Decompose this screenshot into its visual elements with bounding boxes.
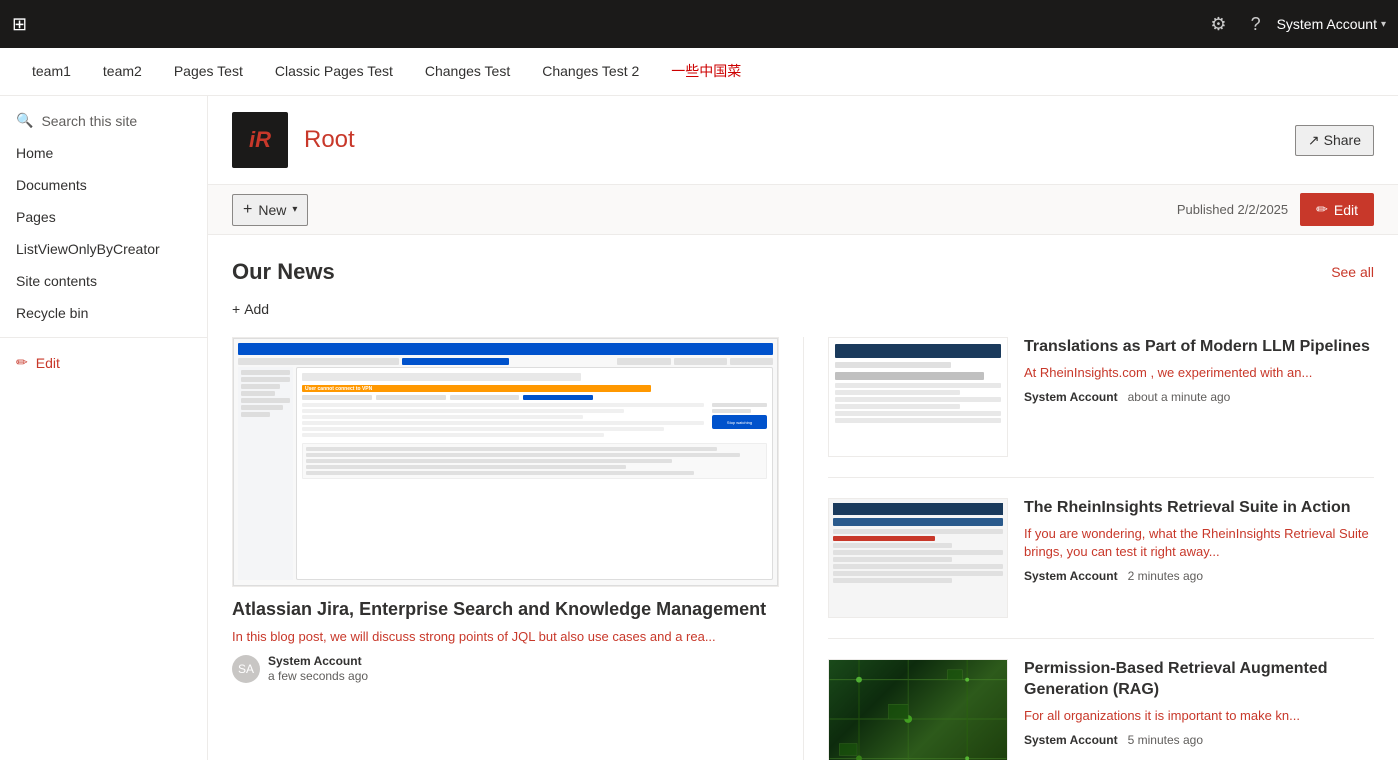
translations-author: System Account xyxy=(1024,390,1118,404)
new-chevron-icon: ▾ xyxy=(292,204,297,215)
subnav-item-chinese[interactable]: 一些中国菜 xyxy=(655,48,757,96)
retrieval-author: System Account xyxy=(1024,569,1118,583)
retrieval-thumbnail[interactable] xyxy=(828,498,1008,618)
edit-page-button[interactable]: ✏ Edit xyxy=(1300,193,1374,226)
add-plus-icon: + xyxy=(232,301,240,317)
recycle-bin-label: Recycle bin xyxy=(16,305,88,321)
translations-thumbnail[interactable] xyxy=(828,337,1008,457)
plus-icon: + xyxy=(243,201,252,219)
translations-time: about a minute ago xyxy=(1128,390,1231,404)
sidebar-item-pages[interactable]: Pages xyxy=(0,201,207,233)
help-icon[interactable]: ? xyxy=(1243,6,1269,43)
sidebar: 🔍 Search this site Home Documents Pages … xyxy=(0,96,208,760)
author-avatar: SA xyxy=(232,655,260,683)
sidebar-item-recycle-bin[interactable]: Recycle bin xyxy=(0,297,207,329)
content-toolbar: + New ▾ Published 2/2/2025 ✏ Edit xyxy=(208,185,1398,235)
news-right-column: Translations as Part of Modern LLM Pipel… xyxy=(803,337,1374,760)
retrieval-title[interactable]: The RheinInsights Retrieval Suite in Act… xyxy=(1024,498,1374,519)
news-card-jira: User cannot connect to VPN xyxy=(232,337,779,683)
subnav-item-changes-test-2[interactable]: Changes Test 2 xyxy=(526,48,655,96)
see-all-link[interactable]: See all xyxy=(1331,264,1374,280)
settings-icon[interactable]: ⚙ xyxy=(1202,6,1234,43)
subnav-item-changes-test[interactable]: Changes Test xyxy=(409,48,526,96)
sidebar-item-listview[interactable]: ListViewOnlyByCreator xyxy=(0,233,207,265)
news-card-retrieval: The RheinInsights Retrieval Suite in Act… xyxy=(828,498,1374,639)
translations-excerpt: At RheinInsights.com , we experimented w… xyxy=(1024,364,1374,382)
sidebar-item-edit[interactable]: ✏ Edit xyxy=(0,346,207,379)
main-layout: 🔍 Search this site Home Documents Pages … xyxy=(0,96,1398,760)
site-title: Root xyxy=(304,126,355,154)
sidebar-item-site-contents[interactable]: Site contents xyxy=(0,265,207,297)
subnav-item-team1[interactable]: team1 xyxy=(16,48,87,96)
sidebar-divider xyxy=(0,337,207,338)
subnav-item-classic-pages-test[interactable]: Classic Pages Test xyxy=(259,48,409,96)
search-label: Search this site xyxy=(41,113,137,129)
news-left-column: User cannot connect to VPN xyxy=(232,337,803,760)
our-news-section-header: Our News See all xyxy=(232,259,1374,285)
add-news-button[interactable]: + Add xyxy=(232,301,1374,317)
rag-thumbnail[interactable] xyxy=(828,659,1008,760)
site-contents-label: Site contents xyxy=(16,273,97,289)
jira-article-meta: SA System Account a few seconds ago xyxy=(232,654,779,683)
content-area: iR Root ↗ Share + New ▾ Published 2/2/20… xyxy=(208,96,1398,760)
author-name: System Account xyxy=(268,654,368,668)
user-account-menu[interactable]: System Account ▾ xyxy=(1277,16,1386,32)
news-card-translations: Translations as Part of Modern LLM Pipel… xyxy=(828,337,1374,478)
site-header: iR Root ↗ Share xyxy=(208,96,1398,185)
news-grid: User cannot connect to VPN xyxy=(232,337,1374,760)
our-news-title: Our News xyxy=(232,259,1331,285)
subnav-item-team2[interactable]: team2 xyxy=(87,48,158,96)
share-button[interactable]: ↗ Share xyxy=(1295,125,1374,156)
site-logo: iR xyxy=(232,112,288,168)
listview-label: ListViewOnlyByCreator xyxy=(16,241,160,257)
rag-title[interactable]: Permission-Based Retrieval Augmented Gen… xyxy=(1024,659,1374,701)
edit-label: Edit xyxy=(36,355,60,371)
sub-navigation: team1 team2 Pages Test Classic Pages Tes… xyxy=(0,48,1398,96)
rag-author: System Account xyxy=(1024,733,1118,747)
post-time: a few seconds ago xyxy=(268,669,368,683)
search-icon: 🔍 xyxy=(16,112,33,129)
rag-time: 5 minutes ago xyxy=(1128,733,1203,747)
user-name: System Account xyxy=(1277,16,1377,32)
new-button[interactable]: + New ▾ xyxy=(232,194,308,226)
edit-pencil-icon: ✏ xyxy=(16,354,28,371)
search-this-site[interactable]: 🔍 Search this site xyxy=(0,104,207,137)
translations-meta: System Account about a minute ago xyxy=(1024,390,1374,404)
jira-article-title[interactable]: Atlassian Jira, Enterprise Search and Kn… xyxy=(232,599,779,620)
retrieval-time: 2 minutes ago xyxy=(1128,569,1203,583)
pages-label: Pages xyxy=(16,209,56,225)
waffle-icon[interactable]: ⊞ xyxy=(12,14,27,35)
sidebar-item-home[interactable]: Home xyxy=(0,137,207,169)
rag-meta: System Account 5 minutes ago xyxy=(1024,733,1374,747)
home-label: Home xyxy=(16,145,53,161)
documents-label: Documents xyxy=(16,177,87,193)
page-content: Our News See all + Add xyxy=(208,235,1398,760)
news-card-rag: Permission-Based Retrieval Augmented Gen… xyxy=(828,659,1374,760)
translations-title[interactable]: Translations as Part of Modern LLM Pipel… xyxy=(1024,337,1374,358)
retrieval-meta: System Account 2 minutes ago xyxy=(1024,569,1374,583)
jira-thumbnail[interactable]: User cannot connect to VPN xyxy=(232,337,779,587)
edit-button-icon: ✏ xyxy=(1316,201,1328,218)
user-menu-chevron-icon: ▾ xyxy=(1381,19,1386,30)
retrieval-excerpt: If you are wondering, what the RheinInsi… xyxy=(1024,525,1374,561)
top-navigation-bar: ⊞ ⚙ ? System Account ▾ xyxy=(0,0,1398,48)
jira-article-excerpt: In this blog post, we will discuss stron… xyxy=(232,628,779,646)
sidebar-item-documents[interactable]: Documents xyxy=(0,169,207,201)
rag-excerpt: For all organizations it is important to… xyxy=(1024,707,1374,725)
share-icon: ↗ xyxy=(1308,132,1320,149)
subnav-item-pages-test[interactable]: Pages Test xyxy=(158,48,259,96)
published-date: Published 2/2/2025 xyxy=(1177,202,1288,217)
